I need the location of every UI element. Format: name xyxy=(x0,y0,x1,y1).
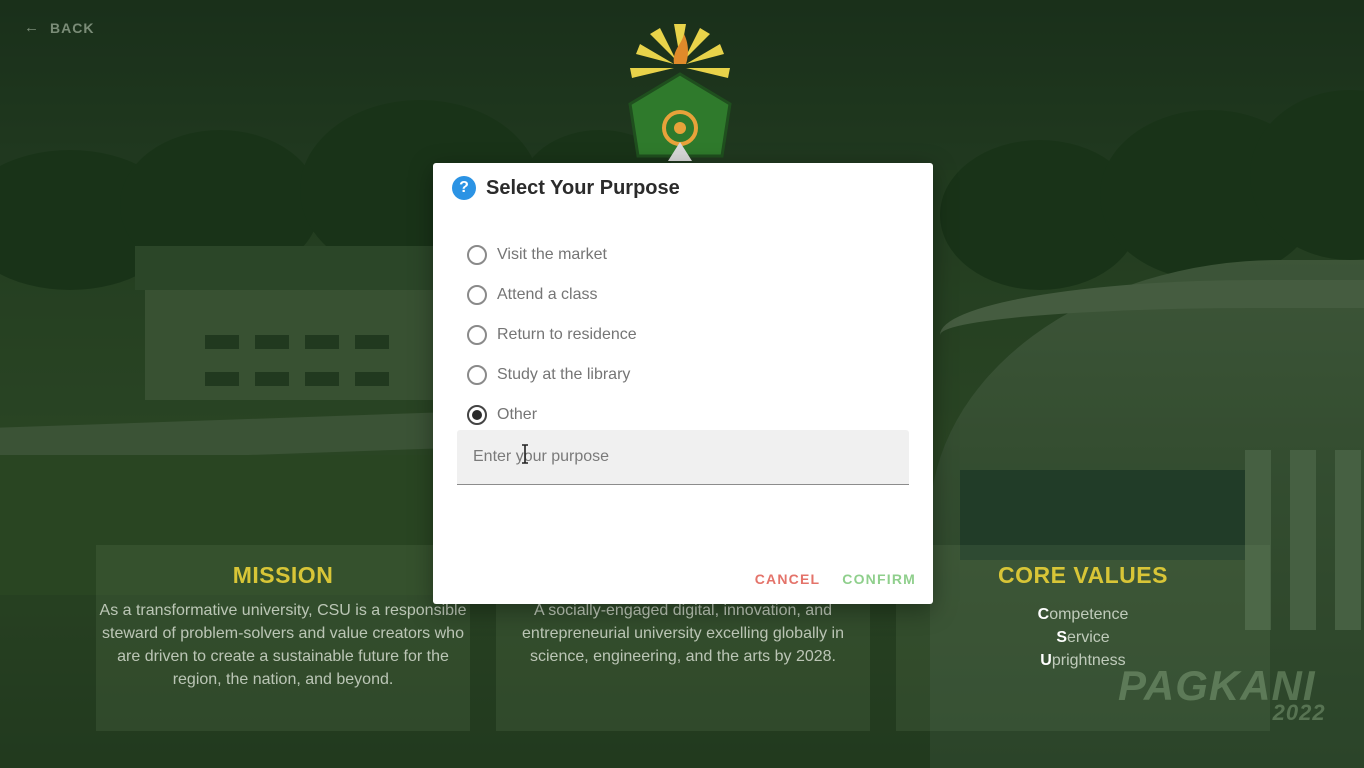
option-label: Other xyxy=(497,406,538,423)
option-attend-class[interactable]: Attend a class xyxy=(467,275,637,315)
radio-button[interactable] xyxy=(467,365,487,385)
core-value-item: Competence xyxy=(1037,606,1129,623)
option-label: Visit the market xyxy=(497,246,607,263)
confirm-button[interactable]: CONFIRM xyxy=(842,571,916,587)
mission-text: As a transformative university, CSU is a… xyxy=(99,602,467,688)
option-study-library[interactable]: Study at the library xyxy=(467,355,637,395)
vision-text: A socially-engaged digital, innovation, … xyxy=(522,602,844,665)
option-other[interactable]: Other xyxy=(467,395,637,435)
option-label: Attend a class xyxy=(497,286,598,303)
core-values-title: CORE VALUES xyxy=(998,562,1168,588)
option-visit-market[interactable]: Visit the market xyxy=(467,235,637,275)
help-icon: ? xyxy=(452,176,476,200)
radio-button[interactable] xyxy=(467,245,487,265)
dialog-header: ? Select Your Purpose xyxy=(452,176,680,200)
option-label: Study at the library xyxy=(497,366,631,383)
purpose-dialog: ? Select Your Purpose Visit the market A… xyxy=(433,163,933,604)
option-label: Return to residence xyxy=(497,326,637,343)
radio-button[interactable] xyxy=(467,285,487,305)
text-cursor-icon xyxy=(522,444,528,464)
university-seal-logo xyxy=(628,24,732,161)
cancel-button[interactable]: CANCEL xyxy=(755,571,821,587)
option-return-residence[interactable]: Return to residence xyxy=(467,315,637,355)
mission-title: MISSION xyxy=(232,562,334,588)
mission-card: MISSION As a transformative university, … xyxy=(96,545,470,731)
dialog-title: Select Your Purpose xyxy=(486,176,680,199)
back-link[interactable]: ← BACK xyxy=(24,19,94,36)
back-label: BACK xyxy=(50,19,95,36)
purpose-options: Visit the market Attend a class Return t… xyxy=(467,235,637,435)
arrow-left-icon: ← xyxy=(24,19,40,36)
dialog-actions: CANCEL CONFIRM xyxy=(755,571,916,587)
core-value-item: Service xyxy=(1056,629,1110,646)
radio-button[interactable] xyxy=(467,325,487,345)
radio-button-selected[interactable] xyxy=(467,405,487,425)
pagkani-watermark: PAGKANI 2022 xyxy=(1118,662,1326,725)
